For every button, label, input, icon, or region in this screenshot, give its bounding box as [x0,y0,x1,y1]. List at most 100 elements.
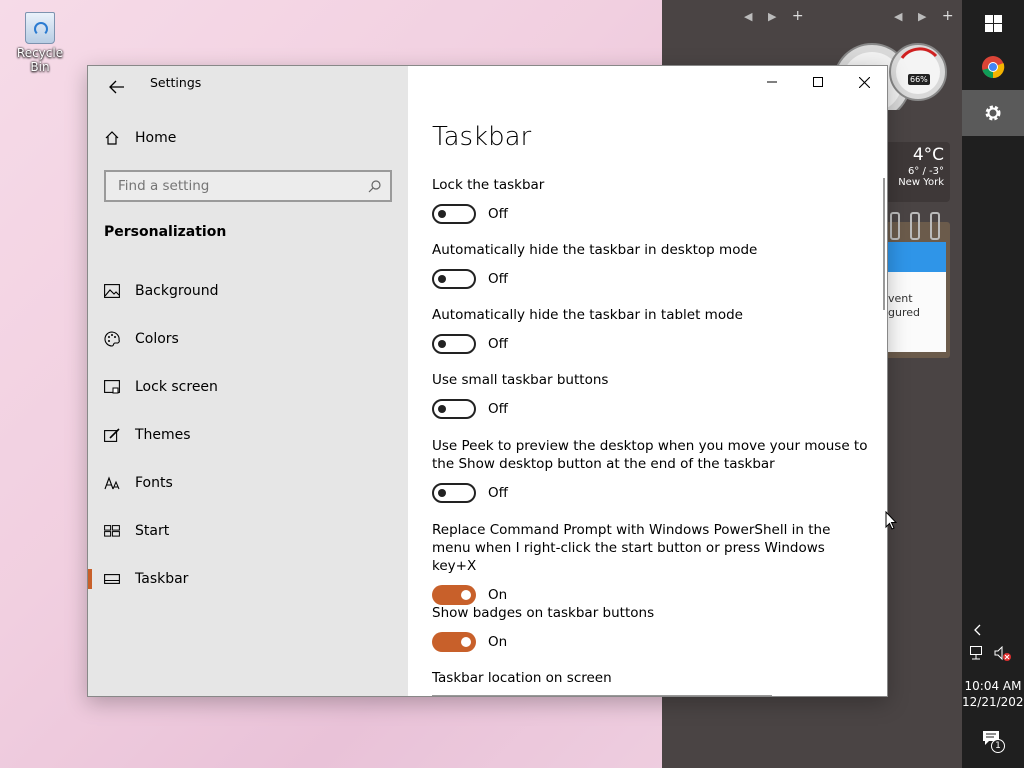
home-icon [104,130,120,146]
toggle-switch[interactable] [432,483,476,503]
weather-gadget[interactable]: 4°C 6° / -3° New York [880,142,950,202]
setting-label: Show badges on taskbar buttons [432,605,655,621]
toggle-state: Off [488,271,508,287]
toggle-switch[interactable] [432,269,476,289]
chevron-left-icon [974,624,981,636]
nav-item-fonts[interactable]: Fonts [88,463,408,503]
themes-brush-icon [104,427,120,443]
taskbar-settings[interactable] [962,90,1024,136]
weather-city: New York [898,177,944,188]
nav-home[interactable]: Home [88,118,408,158]
toggle-switch[interactable] [432,399,476,419]
gadget-nav-arrows-2[interactable]: ◀ ▶ + [894,8,960,24]
setting-label: Use small taskbar buttons [432,372,609,388]
settings-content-pane: Taskbar Lock the taskbar Off Automatical… [408,66,887,696]
recycle-bin-shortcut[interactable]: Recycle Bin [6,8,74,74]
taskbar-chrome[interactable] [962,44,1024,90]
setting-label: Lock the taskbar [432,177,545,193]
close-icon [858,76,870,88]
gear-icon [985,105,1001,121]
search-input[interactable] [116,177,368,195]
chrome-icon [982,56,1005,79]
action-center-button[interactable]: 1 [982,730,1005,753]
weather-range: 6° / -3° [907,166,944,177]
back-button[interactable] [102,72,132,102]
notification-count: 1 [991,739,1005,753]
setting-label: Automatically hide the taskbar in deskto… [432,242,758,258]
toggle-switch[interactable] [432,632,476,652]
page-title: Taskbar [432,122,532,152]
recycle-bin-label: Recycle Bin [16,46,64,74]
close-button[interactable] [841,66,887,98]
setting-badges: Show badges on taskbar buttons On [432,604,872,652]
taskbar: 10:04 AM 12/21/2023 1 [962,0,1024,768]
calendar-line-1: vent [888,292,913,305]
toggle-switch[interactable] [432,585,476,605]
calendar-line-2: gured [888,306,920,319]
back-arrow-icon [109,80,124,94]
setting-label: Replace Command Prompt with Windows Powe… [432,522,831,574]
nav-item-label: Lock screen [135,379,218,395]
weather-temp: 4°C [912,145,944,165]
clock[interactable]: 10:04 AM 12/21/2023 [962,679,1024,709]
toggle-switch[interactable] [432,204,476,224]
nav-item-colors[interactable]: Colors [88,319,408,359]
nav-item-background[interactable]: Background [88,271,408,311]
setting-label: Automatically hide the taskbar in tablet… [432,307,743,323]
nav-item-label: Colors [135,331,179,347]
nav-item-start[interactable]: Start [88,511,408,551]
maximize-button[interactable] [795,66,841,98]
fonts-icon [104,475,120,491]
meter-percent: 66% [910,75,928,84]
mouse-cursor-icon [885,511,897,530]
toggle-state: On [488,587,508,603]
clock-time: 10:04 AM [964,679,1022,693]
nav-home-label: Home [135,130,177,146]
nav-item-lock-screen[interactable]: Lock screen [88,367,408,407]
toggle-state: On [488,634,508,650]
nav-item-themes[interactable]: Themes [88,415,408,455]
window-title: Settings [150,75,202,90]
setting-label: Use Peek to preview the desktop when you… [432,438,868,472]
network-icon[interactable] [970,646,986,664]
recycle-bin-icon [25,12,55,44]
search-icon [368,180,381,193]
setting-label: Taskbar location on screen [432,670,612,686]
taskbar-icon [104,571,120,587]
nav-item-label: Fonts [135,475,173,491]
toggle-state: Off [488,336,508,352]
setting-small-buttons: Use small taskbar buttons Off [432,371,872,419]
toggle-switch[interactable] [432,334,476,354]
settings-window: Settings Home Personalization Background… [87,65,888,697]
setting-autohide-tablet: Automatically hide the taskbar in tablet… [432,306,872,354]
lock-screen-icon [104,379,120,395]
nav-item-taskbar[interactable]: Taskbar [88,559,408,599]
toggle-state: Off [488,206,508,222]
settings-nav-pane: Settings Home Personalization Background… [88,66,408,696]
volume-muted-icon[interactable] [994,645,1012,666]
nav-item-label: Themes [135,427,191,443]
location-dropdown[interactable] [432,695,772,696]
calendar-gadget[interactable]: vent gured [880,212,950,358]
gadget-nav-arrows-1[interactable]: ◀ ▶ + [744,8,810,24]
minimize-icon [767,81,777,83]
selected-indicator [88,569,92,589]
setting-lock-taskbar: Lock the taskbar Off [432,176,872,224]
minimize-button[interactable] [749,66,795,98]
windows-logo-icon [984,14,1002,32]
setting-peek: Use Peek to preview the desktop when you… [432,437,872,503]
show-hidden-icons-chevron[interactable] [962,620,992,640]
toggle-state: Off [488,401,508,417]
clock-date: 12/21/2023 [962,695,1024,709]
content-scrollbar[interactable] [883,178,885,310]
image-icon [104,283,120,299]
toggle-state: Off [488,485,508,501]
maximize-icon [813,77,823,87]
setting-autohide-desktop: Automatically hide the taskbar in deskto… [432,241,872,289]
setting-powershell: Replace Command Prompt with Windows Powe… [432,521,872,605]
palette-icon [104,331,120,347]
find-setting-search[interactable] [104,170,392,202]
start-button[interactable] [962,0,1024,46]
section-heading: Personalization [104,224,227,240]
nav-item-label: Taskbar [135,571,189,587]
